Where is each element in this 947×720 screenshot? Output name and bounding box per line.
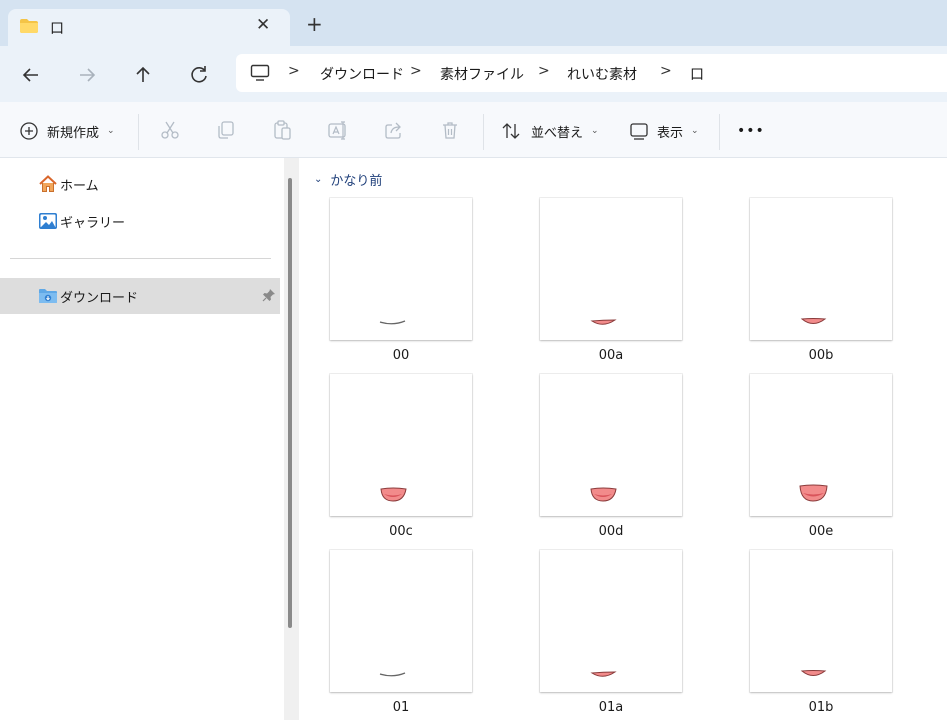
sidebar-item-label: ダウンロード	[60, 291, 139, 306]
chevron-down-icon: ⌄	[107, 126, 115, 136]
up-arrow-icon[interactable]	[131, 63, 155, 87]
sidebar-item-downloads[interactable]: ダウンロード	[0, 278, 280, 314]
sidebar-divider	[10, 258, 271, 259]
file-thumbnail[interactable]	[330, 198, 472, 340]
file-item[interactable]: 00a	[536, 198, 686, 368]
breadcrumb-separator[interactable]: >	[538, 63, 550, 79]
sidebar-scrollbar-thumb[interactable]	[288, 178, 292, 628]
breadcrumb-item-mouth[interactable]: 口	[690, 64, 704, 84]
close-tab-button[interactable]: ✕	[256, 15, 270, 35]
new-button-label: 新規作成	[47, 125, 100, 141]
gallery-icon	[39, 213, 57, 229]
breadcrumb-item-downloads[interactable]: ダウンロード	[320, 64, 404, 84]
file-thumbnail[interactable]	[540, 198, 682, 340]
divider	[483, 114, 484, 150]
mouth-image	[799, 484, 828, 502]
copy-icon[interactable]	[215, 119, 237, 141]
sidebar-item-label: ホーム	[60, 179, 99, 194]
pin-icon[interactable]	[262, 288, 276, 302]
chevron-down-icon: ⌄	[314, 174, 323, 185]
file-thumbnail[interactable]	[540, 374, 682, 516]
file-item[interactable]: 00c	[326, 374, 476, 544]
command-bar: 新規作成 ⌄ 並べ替え ⌄ 表示 ⌄ •••	[0, 102, 947, 158]
mouth-image	[379, 672, 406, 677]
sort-icon	[502, 123, 520, 139]
mouth-image	[590, 671, 617, 677]
delete-icon[interactable]	[439, 119, 461, 141]
chevron-down-icon: ⌄	[691, 126, 699, 136]
file-thumbnail[interactable]	[330, 550, 472, 692]
navigation-bar: > ダウンロード > 素材ファイル > れいむ素材 > 口	[0, 46, 947, 102]
new-tab-button[interactable]: +	[306, 12, 323, 36]
group-header-label: かなり前	[330, 174, 383, 189]
view-button-label: 表示	[657, 125, 684, 141]
mouth-image	[590, 319, 617, 325]
sidebar-item-home[interactable]: ホーム	[0, 166, 280, 202]
mouth-image	[380, 487, 407, 502]
group-header-long-ago[interactable]: ⌄ かなり前	[314, 170, 382, 189]
file-list: ⌄ かなり前 00 00a 00b 00c 00d 00e 01 01a 01b	[300, 158, 947, 720]
file-name: 00a	[598, 348, 624, 363]
file-item[interactable]: 01	[326, 550, 476, 720]
share-icon[interactable]	[383, 119, 405, 141]
downloads-folder-icon	[39, 289, 57, 303]
view-icon	[630, 123, 648, 140]
breadcrumb-separator[interactable]: >	[410, 63, 422, 79]
mouth-image	[590, 487, 617, 502]
title-bar: 口 ✕ +	[0, 0, 947, 46]
plus-circle-icon	[20, 122, 38, 140]
file-item[interactable]: 01a	[536, 550, 686, 720]
breadcrumb-item-reimu-material[interactable]: れいむ素材	[567, 64, 637, 84]
more-options-button[interactable]: •••	[737, 120, 765, 142]
file-name: 00b	[808, 348, 834, 363]
refresh-icon[interactable]	[187, 63, 211, 87]
file-item[interactable]: 00	[326, 198, 476, 368]
divider	[719, 114, 720, 150]
breadcrumb-separator[interactable]: >	[660, 63, 672, 79]
cut-icon[interactable]	[159, 119, 181, 141]
paste-icon[interactable]	[271, 119, 293, 141]
file-name: 00	[392, 348, 410, 363]
mouth-image	[379, 320, 406, 325]
sidebar-item-label: ギャラリー	[60, 216, 126, 231]
this-pc-icon[interactable]	[250, 63, 270, 83]
file-thumbnail[interactable]	[750, 198, 892, 340]
breadcrumb-item-material-files[interactable]: 素材ファイル	[440, 64, 524, 84]
file-item[interactable]: 01b	[746, 550, 896, 720]
view-button[interactable]: 表示 ⌄	[629, 120, 699, 142]
sort-button[interactable]: 並べ替え ⌄	[501, 120, 599, 142]
forward-arrow-icon[interactable]	[75, 63, 99, 87]
navigation-pane: ホーム ギャラリー ダウンロード	[0, 158, 282, 720]
mouth-image	[800, 670, 827, 676]
breadcrumb-separator[interactable]: >	[288, 63, 300, 79]
tab-current[interactable]: 口 ✕	[8, 9, 290, 46]
file-thumbnail[interactable]	[750, 374, 892, 516]
file-name: 00c	[389, 524, 413, 539]
mouth-image	[800, 318, 827, 324]
file-item[interactable]: 00d	[536, 374, 686, 544]
home-icon	[39, 175, 57, 192]
rename-icon[interactable]	[327, 119, 349, 141]
back-arrow-icon[interactable]	[19, 63, 43, 87]
file-name: 01b	[808, 700, 834, 715]
sort-button-label: 並べ替え	[531, 125, 584, 141]
file-item[interactable]: 00b	[746, 198, 896, 368]
file-thumbnail[interactable]	[540, 550, 682, 692]
divider	[138, 114, 139, 150]
file-thumbnail[interactable]	[750, 550, 892, 692]
file-item[interactable]: 00e	[746, 374, 896, 544]
address-bar[interactable]: > ダウンロード > 素材ファイル > れいむ素材 > 口	[236, 54, 947, 92]
file-name: 01a	[598, 700, 624, 715]
tab-title: 口	[50, 21, 64, 37]
sidebar-item-gallery[interactable]: ギャラリー	[0, 203, 280, 239]
file-thumbnail[interactable]	[330, 374, 472, 516]
new-button[interactable]: 新規作成 ⌄	[19, 120, 115, 142]
folder-icon	[20, 19, 38, 33]
file-name: 00d	[598, 524, 624, 539]
file-name: 01	[392, 700, 410, 715]
file-name: 00e	[808, 524, 834, 539]
chevron-down-icon: ⌄	[591, 126, 599, 136]
